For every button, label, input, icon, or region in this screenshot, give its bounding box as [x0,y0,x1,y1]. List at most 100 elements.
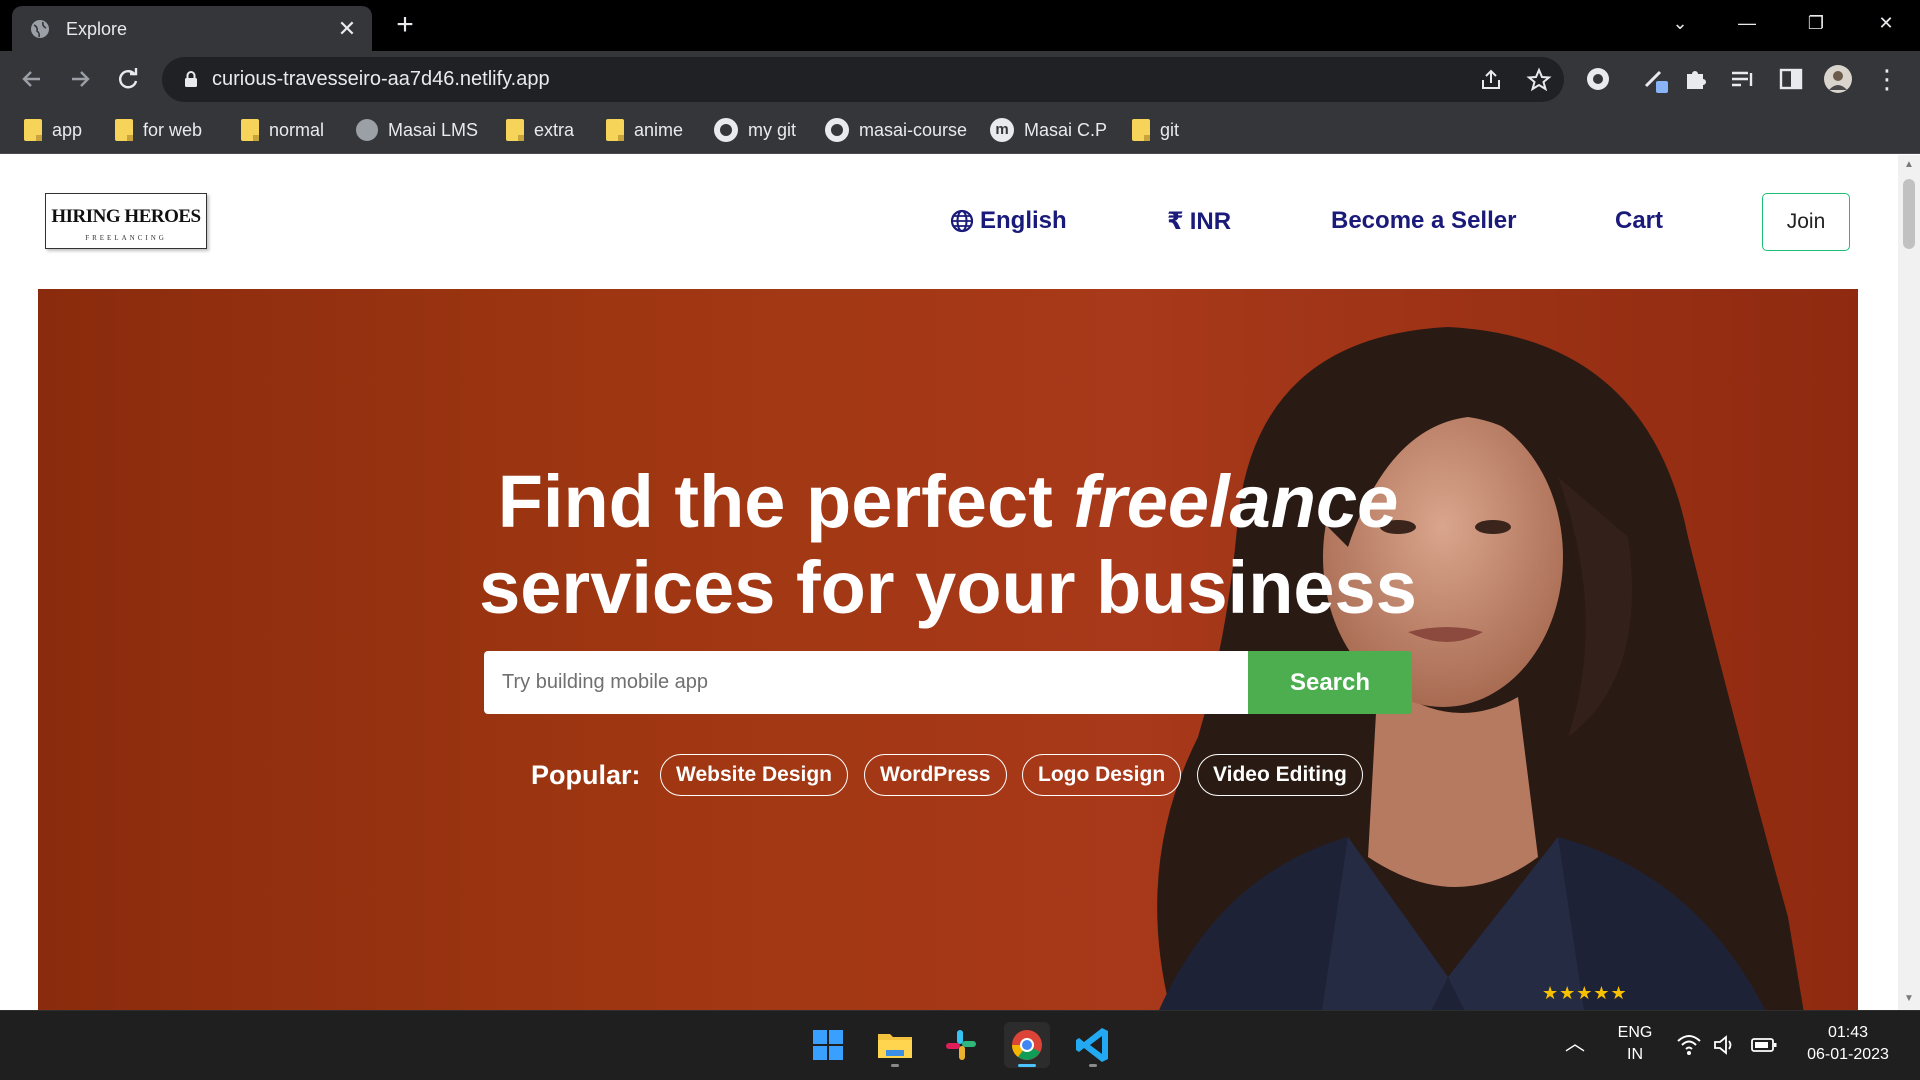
scroll-down-icon[interactable]: ▼ [1903,993,1915,1005]
extensions-puzzle-icon[interactable] [1681,64,1711,94]
scroll-thumb[interactable] [1903,179,1915,249]
popular-tag-wordpress[interactable]: WordPress [864,754,1007,796]
folder-icon [606,119,624,141]
menu-kebab-icon[interactable]: ⋮ [1872,64,1902,94]
github-icon [714,118,738,142]
close-tab-icon[interactable]: ✕ [334,16,360,42]
bookmark-label: app [52,119,83,140]
url-text[interactable]: curious-travesseiro-aa7d46.netlify.app [212,68,550,91]
close-window-icon[interactable]: ✕ [1866,8,1906,38]
file-explorer-icon[interactable] [872,1022,918,1068]
nav-language[interactable]: English [950,207,1067,235]
running-indicator [1089,1064,1097,1067]
minimize-icon[interactable]: — [1727,8,1767,38]
bookmark-label: git [1160,119,1180,140]
reload-icon[interactable] [112,63,144,95]
slack-icon[interactable] [938,1022,984,1068]
hero-headline: Find the perfect freelance services for … [38,459,1858,631]
nav-currency[interactable]: ₹ INR [1167,207,1231,236]
search-input[interactable] [484,651,1248,714]
headline-line2: services for your business [479,546,1417,629]
bookmark-label: for web [143,119,203,140]
bookmark-label: masai-course [859,119,968,140]
color-picker-icon[interactable] [1640,64,1670,94]
back-icon[interactable] [16,63,48,95]
reading-list-icon[interactable] [1727,64,1757,94]
folder-icon [24,119,42,141]
lock-icon[interactable] [182,70,200,88]
volume-icon[interactable] [1712,1033,1738,1057]
nav-language-label: English [980,207,1067,234]
bookmark-masai-lms[interactable]: Masai LMS [356,117,478,143]
headline-part1: Find the perfect [497,460,1053,543]
browser-tab-bar: Explore ✕ + ⌄ — ❐ ✕ [0,0,1920,51]
tab-title: Explore [66,19,128,39]
web-page: HIRING HEROES FREELANCING English ₹ INR … [0,155,1920,1010]
search-button[interactable]: Search [1248,651,1412,714]
globe-icon [31,20,49,38]
vscode-icon[interactable] [1070,1022,1116,1068]
nav-become-seller[interactable]: Become a Seller [1331,207,1516,235]
headline-italic: freelance [1073,460,1399,543]
language-line1: ENG [1617,1024,1653,1041]
page-scrollbar[interactable]: ▲ ▼ [1898,155,1920,1010]
extension-circle-icon[interactable] [1583,64,1613,94]
scroll-up-icon[interactable]: ▲ [1903,159,1915,171]
clock-date: 06-01-2023 [1807,1046,1889,1063]
chrome-icon[interactable] [1004,1022,1050,1068]
browser-toolbar: curious-travesseiro-aa7d46.netlify.app ⋮ [0,51,1920,108]
bookmarks-bar: app for web normal Masai LMS extra anime… [0,108,1920,154]
tab-search-chevron-icon[interactable]: ⌄ [1660,8,1700,38]
nav-cart[interactable]: Cart [1615,207,1663,235]
bookmark-label: anime [634,119,684,140]
show-hidden-icons-chevron[interactable]: ︿ [1565,1033,1585,1055]
forward-icon[interactable] [64,63,96,95]
popular-tag-website-design[interactable]: Website Design [660,754,848,796]
rupee-icon: ₹ [1167,208,1184,235]
bookmark-for-web[interactable]: for web [115,117,202,143]
windows-start-icon[interactable] [805,1022,851,1068]
hero-banner: Find the perfect freelance services for … [38,289,1858,1010]
bookmark-app[interactable]: app [24,117,82,143]
popular-label: Popular: [531,760,641,790]
running-indicator [891,1064,899,1067]
globe-icon [356,119,378,141]
bookmark-anime[interactable]: anime [606,117,683,143]
join-button[interactable]: Join [1762,193,1850,251]
github-icon [825,118,849,142]
address-bar[interactable]: curious-travesseiro-aa7d46.netlify.app [162,57,1564,102]
folder-icon [115,119,133,141]
masai-icon: m [990,118,1014,142]
popular-tag-video-editing[interactable]: Video Editing [1197,754,1363,796]
bookmark-my-git[interactable]: my git [714,117,796,143]
nav-currency-label: INR [1189,207,1232,235]
new-tab-icon[interactable]: + [390,10,420,40]
bookmark-normal[interactable]: normal [241,117,324,143]
nav-seller-label: Become a Seller [1331,207,1517,234]
bookmark-git[interactable]: git [1132,117,1179,143]
language-line2: IN [1627,1046,1643,1063]
battery-icon[interactable] [1750,1035,1778,1055]
rating-stars: ★★★★★ [1542,983,1628,1003]
globe-icon [950,209,974,233]
browser-tab[interactable]: Explore ✕ [12,6,372,51]
wifi-icon[interactable] [1676,1033,1702,1057]
bookmark-masai-course[interactable]: masai-course [825,117,967,143]
share-icon[interactable] [1478,67,1504,93]
clock[interactable]: 01:43 06-01-2023 [1793,1022,1903,1066]
folder-icon [241,119,259,141]
bookmark-masai-cp[interactable]: m Masai C.P [990,117,1107,143]
side-panel-icon[interactable] [1776,64,1806,94]
language-indicator[interactable]: ENG IN [1610,1022,1660,1066]
popular-tag-logo-design[interactable]: Logo Design [1022,754,1182,796]
bookmark-label: normal [269,119,325,140]
bookmark-star-icon[interactable] [1526,67,1552,93]
active-indicator [1018,1064,1036,1067]
bookmark-label: Masai LMS [388,119,479,140]
bookmark-label: extra [534,119,575,140]
bookmark-extra[interactable]: extra [506,117,574,143]
site-logo[interactable]: HIRING HEROES FREELANCING [45,193,207,249]
restore-icon[interactable]: ❐ [1796,8,1836,38]
profile-avatar-icon[interactable] [1823,64,1853,94]
bookmark-label: my git [748,119,797,140]
